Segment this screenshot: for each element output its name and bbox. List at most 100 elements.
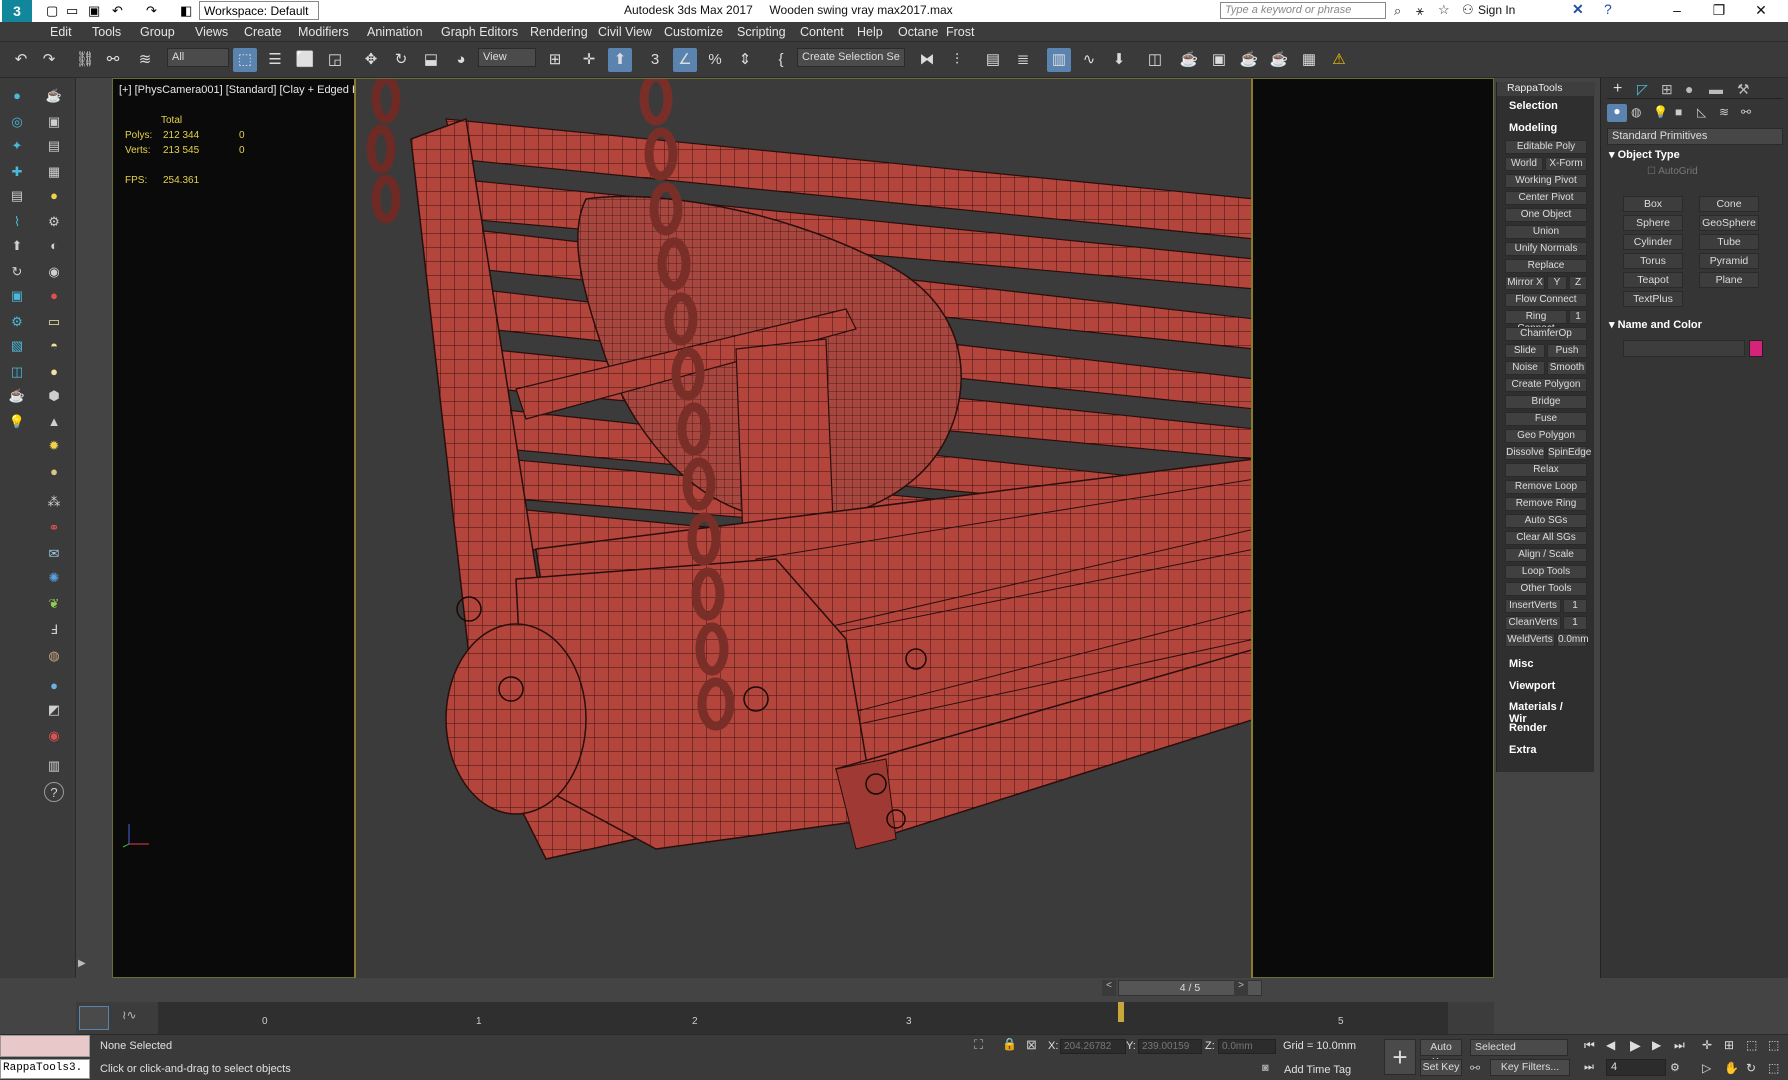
help-search-input[interactable]: Type a keyword or phrase	[1220, 2, 1386, 19]
go-to-end-icon[interactable]: ⏭	[1674, 1038, 1685, 1053]
perspective-viewport[interactable]: [+] [PhysCamera001] [Standard] [Clay + E…	[112, 78, 1494, 978]
key-filters-button[interactable]: Key Filters...	[1490, 1059, 1570, 1076]
smooth-button[interactable]: Smooth	[1547, 361, 1587, 375]
zoom-extents-icon[interactable]: ⬚	[1746, 1038, 1757, 1052]
box-button[interactable]: Box	[1623, 196, 1683, 212]
video-icon[interactable]: ●	[44, 286, 64, 306]
spacewarps-category-icon[interactable]: ≋	[1719, 105, 1729, 119]
loop-tools-button[interactable]: Loop Tools	[1505, 565, 1587, 579]
pivot-center-icon[interactable]: ⊞	[543, 48, 567, 72]
select-and-place-icon[interactable]: ◕	[449, 48, 473, 72]
sphere-icon[interactable]: ●	[44, 362, 64, 382]
fuse-button[interactable]: Fuse	[1505, 412, 1587, 426]
mirror-y-button[interactable]: Y	[1547, 276, 1567, 290]
menu-help[interactable]: Help	[857, 25, 883, 39]
select-by-name-icon[interactable]: ☰	[263, 48, 287, 72]
section-modeling[interactable]: Modeling	[1497, 120, 1595, 138]
render-iterative-icon[interactable]: ☕	[1267, 48, 1291, 72]
open-file-icon[interactable]: ▭	[66, 3, 78, 19]
teapot-icon[interactable]: ☕	[44, 86, 64, 106]
save-icon[interactable]: ▣	[88, 3, 100, 19]
plane-primitive-icon[interactable]: ▭	[44, 312, 64, 332]
gear-icon[interactable]: ✺	[44, 568, 64, 588]
weldverts-spinner[interactable]: 0.0mm	[1557, 633, 1589, 647]
plant-icon[interactable]: ❦	[44, 594, 64, 614]
menu-customize[interactable]: Customize	[664, 25, 723, 39]
absolute-mode-icon[interactable]: ⊠	[1026, 1037, 1037, 1053]
zoom-all-icon[interactable]: ⊞	[1724, 1038, 1734, 1052]
hemisphere-icon[interactable]: ◓	[44, 336, 64, 356]
cleanverts-button[interactable]: CleanVerts	[1505, 616, 1561, 630]
menu-scripting[interactable]: Scripting	[737, 25, 786, 39]
spacewarps-icon[interactable]: ⌇	[7, 212, 27, 232]
time-configuration-icon[interactable]: ⚙	[1670, 1061, 1680, 1074]
textplus-button[interactable]: TextPlus	[1623, 291, 1683, 307]
clear-all-sgs-button[interactable]: Clear All SGs	[1505, 531, 1587, 545]
unlink-icon[interactable]: ⚯	[101, 48, 125, 72]
field-of-view-icon[interactable]: ▷	[1702, 1061, 1711, 1075]
category-dropdown[interactable]: Standard Primitives	[1607, 128, 1783, 145]
center-pivot-button[interactable]: Center Pivot	[1505, 191, 1587, 205]
go-to-start-icon[interactable]: ⏮	[1584, 1038, 1595, 1053]
align-icon[interactable]: ⫶	[945, 48, 969, 72]
modifier-icon[interactable]: ⚙	[44, 212, 64, 232]
dashboard-icon[interactable]: ◫	[7, 362, 27, 382]
auto-sgs-button[interactable]: Auto SGs	[1505, 514, 1587, 528]
union-button[interactable]: Union	[1505, 225, 1587, 239]
mirror-x-button[interactable]: Mirror X	[1505, 276, 1545, 290]
auto-key-button[interactable]: Auto Key	[1420, 1039, 1462, 1068]
app-logo-icon[interactable]: 3	[2, 0, 32, 22]
motion-icon[interactable]: ◐	[44, 236, 64, 256]
display-tab-icon[interactable]: ▬	[1709, 81, 1723, 97]
cleanverts-spinner[interactable]: 1	[1563, 616, 1587, 630]
xform-button[interactable]: X-Form	[1545, 157, 1587, 171]
set-key-plus-icon[interactable]: +	[1384, 1039, 1416, 1075]
scene-icon[interactable]: ▧	[7, 336, 27, 356]
select-and-scale-icon[interactable]: ⬓	[419, 48, 443, 72]
time-tag-icon[interactable]: ◙	[1262, 1062, 1269, 1074]
edit-named-selection-icon[interactable]: {	[769, 48, 793, 72]
rectangular-selection-icon[interactable]: ⬜	[293, 48, 317, 72]
keyboard-shortcut-override-icon[interactable]: ⬆	[608, 48, 632, 72]
create-polygon-button[interactable]: Create Polygon	[1505, 378, 1587, 392]
new-file-icon[interactable]: ▢	[46, 3, 58, 19]
clipboard-icon[interactable]: ▥	[44, 756, 64, 776]
window-crossing-icon[interactable]: ◲	[323, 48, 347, 72]
curve-editor-icon[interactable]: ∿	[1077, 48, 1101, 72]
replace-button[interactable]: Replace	[1505, 259, 1587, 273]
rotate-view-icon[interactable]: ↻	[7, 262, 27, 282]
utilities-tab-icon[interactable]: ⚒	[1737, 81, 1750, 98]
section-misc[interactable]: Misc	[1497, 656, 1595, 674]
pyramid-button[interactable]: Pyramid	[1699, 253, 1759, 269]
proxy-icon[interactable]: ◩	[44, 700, 64, 720]
menu-frost[interactable]: Frost	[946, 25, 974, 39]
redo-icon[interactable]: ↷	[146, 3, 157, 19]
utilities-icon[interactable]: ⚙	[7, 312, 27, 332]
world-button[interactable]: World	[1505, 157, 1543, 171]
pan-view-icon[interactable]: ✋	[1724, 1061, 1739, 1075]
maximize-icon[interactable]: ❐	[1700, 0, 1738, 22]
modify-tab-icon[interactable]: ◸	[1637, 81, 1648, 98]
viewport-label[interactable]: [+] [PhysCamera001] [Standard] [Clay + E…	[119, 84, 385, 96]
undo-icon[interactable]: ↶	[112, 3, 123, 19]
current-frame-marker[interactable]	[1118, 1002, 1124, 1022]
render-frame-icon[interactable]: ▣	[44, 112, 64, 132]
project-folder-icon[interactable]: ◧	[180, 3, 192, 19]
bridge-button[interactable]: Bridge	[1505, 395, 1587, 409]
menu-views[interactable]: Views	[195, 25, 228, 39]
orbit-icon[interactable]: ↻	[1746, 1061, 1756, 1075]
select-and-manipulate-icon[interactable]: ✛	[577, 48, 601, 72]
torus-button[interactable]: Torus	[1623, 253, 1683, 269]
remove-ring-button[interactable]: Remove Ring	[1505, 497, 1587, 511]
chamferop-button[interactable]: ChamferOp	[1505, 327, 1587, 341]
select-object-icon[interactable]: ⬚	[233, 48, 257, 72]
menu-edit[interactable]: Edit	[50, 25, 72, 39]
render-cloud-icon[interactable]: ▦	[1297, 48, 1321, 72]
mirror-icon[interactable]: ⧓	[915, 48, 939, 72]
slide-button[interactable]: Slide	[1505, 344, 1545, 358]
menu-create[interactable]: Create	[244, 25, 282, 39]
cone-button[interactable]: Cone	[1699, 196, 1759, 212]
menu-group[interactable]: Group	[140, 25, 175, 39]
zoom-extents-all-icon[interactable]: ⬚	[1768, 1038, 1779, 1052]
sign-in-link[interactable]: Sign In	[1478, 3, 1515, 17]
